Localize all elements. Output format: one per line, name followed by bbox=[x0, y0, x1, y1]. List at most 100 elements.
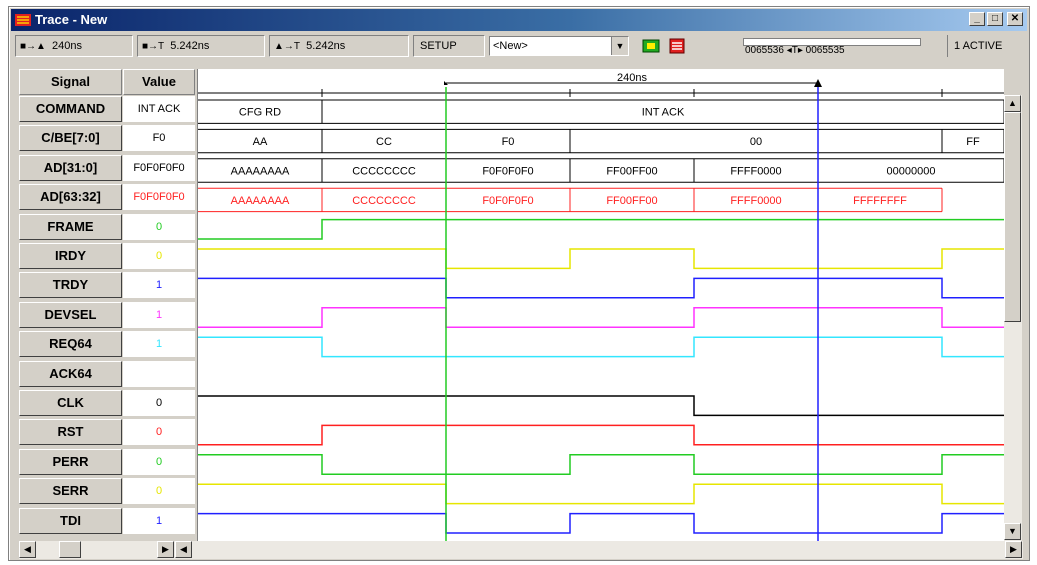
waveform-trace bbox=[198, 454, 1004, 475]
signal-value: 0 bbox=[123, 478, 195, 505]
waveform-trace bbox=[198, 483, 1004, 505]
marker-square-triangle-icon: ■→▲ bbox=[20, 41, 46, 52]
scroll-right-icon[interactable]: ▶ bbox=[1005, 541, 1022, 558]
bus-segment-label: 00 bbox=[750, 136, 762, 148]
marker-triangle-t-readout[interactable]: ▲→T 5.242ns bbox=[269, 35, 409, 57]
signal-value: 1 bbox=[123, 272, 195, 299]
bus-segment-label: AAAAAAAA bbox=[231, 195, 290, 207]
signal-header: Signal bbox=[19, 69, 122, 95]
signal-label[interactable]: SERR bbox=[19, 478, 122, 505]
sample-counter[interactable]: 0065536 ◂T▸ 0065535 bbox=[741, 35, 931, 57]
title-bar[interactable]: Trace - New _ □ ✕ bbox=[11, 9, 1027, 31]
app-icon bbox=[15, 14, 31, 26]
signal-value: 1 bbox=[123, 331, 195, 358]
waveform-trace bbox=[198, 336, 1004, 358]
horizontal-scroll-thumb[interactable] bbox=[59, 541, 81, 558]
value-header: Value bbox=[123, 69, 195, 95]
signal-label[interactable]: RST bbox=[19, 419, 122, 446]
active-status: 1 ACTIVE bbox=[947, 35, 1027, 57]
minimize-button[interactable]: _ bbox=[969, 12, 985, 26]
scroll-left-icon[interactable]: ◀ bbox=[19, 541, 36, 558]
ruler-span-label: 240ns bbox=[617, 72, 647, 84]
marker-square-triangle-value: 240ns bbox=[52, 40, 82, 52]
marker-square-t-readout[interactable]: ■→T 5.242ns bbox=[137, 35, 265, 57]
signal-label[interactable]: CLK bbox=[19, 390, 122, 416]
scroll-left-small-icon[interactable]: ◀ bbox=[175, 541, 192, 558]
signal-value: 1 bbox=[123, 507, 195, 534]
signal-value bbox=[123, 360, 195, 387]
setup-button[interactable]: SETUP bbox=[413, 35, 485, 57]
signal-label[interactable]: COMMAND bbox=[19, 96, 122, 122]
bus-segment-label: FFFF0000 bbox=[730, 195, 781, 207]
signal-label[interactable]: FRAME bbox=[19, 213, 122, 240]
horizontal-scrollbar[interactable]: ◀ ▶ ◀ ▶ bbox=[19, 541, 1023, 559]
signal-label[interactable]: TDI bbox=[19, 507, 122, 534]
waveform-trace bbox=[198, 277, 1004, 299]
waveform-trace bbox=[198, 512, 1004, 534]
marker-square-t-icon: ■→T bbox=[142, 41, 165, 52]
stop-icon[interactable] bbox=[667, 37, 687, 55]
bus-segment-label: CFG RD bbox=[239, 107, 281, 119]
bus-segment-label: FF bbox=[966, 136, 980, 148]
waveform-area[interactable]: 240ns CFG RD INT ACK AA CC F0 00 FF AAAAAAAA CCCC… bbox=[197, 69, 1004, 541]
signal-label[interactable]: PERR bbox=[19, 448, 122, 475]
bus-segment-label: CCCCCCCC bbox=[352, 166, 416, 178]
signal-value: INT ACK bbox=[123, 96, 195, 122]
trace-select-value: <New> bbox=[493, 40, 528, 52]
close-button[interactable]: ✕ bbox=[1007, 12, 1023, 26]
signal-label[interactable]: C/BE[7:0] bbox=[19, 125, 122, 152]
bus-segment-label: CC bbox=[376, 136, 392, 148]
bus-segment-label: AA bbox=[253, 136, 268, 148]
signal-value: 0 bbox=[123, 213, 195, 240]
vertical-scroll-thumb[interactable] bbox=[1004, 112, 1021, 322]
waveform-trace bbox=[198, 395, 1004, 417]
signal-label[interactable]: DEVSEL bbox=[19, 301, 122, 328]
bus-segment-label: AAAAAAAA bbox=[231, 166, 290, 178]
bus-segment-label: 00000000 bbox=[887, 166, 936, 178]
signal-value: F0F0F0F0 bbox=[123, 184, 195, 211]
signal-label[interactable]: ACK64 bbox=[19, 360, 122, 387]
bus-segment-label: FF00FF00 bbox=[606, 195, 657, 207]
signal-label[interactable]: REQ64 bbox=[19, 331, 122, 358]
bus-segment-label: INT ACK bbox=[642, 107, 685, 119]
bus-segment-label: F0F0F0F0 bbox=[482, 166, 533, 178]
trace-select[interactable]: <New> ▼ bbox=[489, 36, 629, 56]
signal-value: F0F0F0F0 bbox=[123, 154, 195, 181]
marker-triangle-t-icon: ▲→T bbox=[274, 41, 301, 52]
bus-segment-label: FFFFFFFF bbox=[853, 195, 907, 207]
chevron-down-icon: ▼ bbox=[611, 37, 628, 55]
signal-label[interactable]: TRDY bbox=[19, 272, 122, 299]
marker-square-t-value: 5.242ns bbox=[170, 40, 210, 52]
bus-segment-label: FF00FF00 bbox=[606, 166, 657, 178]
signal-label[interactable]: AD[31:0] bbox=[19, 154, 122, 181]
scroll-up-icon[interactable]: ▲ bbox=[1004, 95, 1021, 112]
signal-value: 0 bbox=[123, 390, 195, 416]
waveform-trace bbox=[198, 424, 1004, 446]
marker-triangle-t-value: 5.242ns bbox=[306, 40, 346, 52]
bus-segment-label: CCCCCCCC bbox=[352, 195, 416, 207]
window-title: Trace - New bbox=[35, 12, 108, 27]
signal-label[interactable]: IRDY bbox=[19, 243, 122, 269]
marker-square-triangle-readout[interactable]: ■→▲ 240ns bbox=[15, 35, 133, 57]
bus-segment-label: F0F0F0F0 bbox=[482, 195, 533, 207]
bus-segment-label: FFFF0000 bbox=[730, 166, 781, 178]
scroll-right-small-icon[interactable]: ▶ bbox=[157, 541, 174, 558]
signal-value: 0 bbox=[123, 243, 195, 269]
vertical-scrollbar[interactable]: ▲ ▼ bbox=[1004, 95, 1022, 541]
signal-label[interactable]: AD[63:32] bbox=[19, 184, 122, 211]
maximize-button[interactable]: □ bbox=[987, 12, 1003, 26]
trace-window: Trace - New _ □ ✕ ■→▲ 240ns ■→T 5.242ns … bbox=[8, 6, 1030, 561]
waveform-canvas[interactable]: 240ns CFG RD INT ACK AA CC F0 00 FF AAAAAAAA CCCC… bbox=[198, 69, 1004, 541]
waveform-trace bbox=[198, 218, 1004, 240]
toolbar: ■→▲ 240ns ■→T 5.242ns ▲→T 5.242ns SETUP … bbox=[11, 33, 1027, 59]
run-icon[interactable] bbox=[641, 37, 661, 55]
waveform-trace bbox=[198, 248, 1004, 270]
signal-value: 0 bbox=[123, 448, 195, 475]
signal-value: 0 bbox=[123, 419, 195, 446]
bus-segment-label: F0 bbox=[502, 136, 515, 148]
scroll-down-icon[interactable]: ▼ bbox=[1004, 523, 1021, 540]
signal-value: F0 bbox=[123, 125, 195, 152]
waveform-trace bbox=[198, 307, 1004, 328]
signal-value: 1 bbox=[123, 301, 195, 328]
sample-counter-text: 0065536 ◂T▸ 0065535 bbox=[745, 45, 845, 56]
